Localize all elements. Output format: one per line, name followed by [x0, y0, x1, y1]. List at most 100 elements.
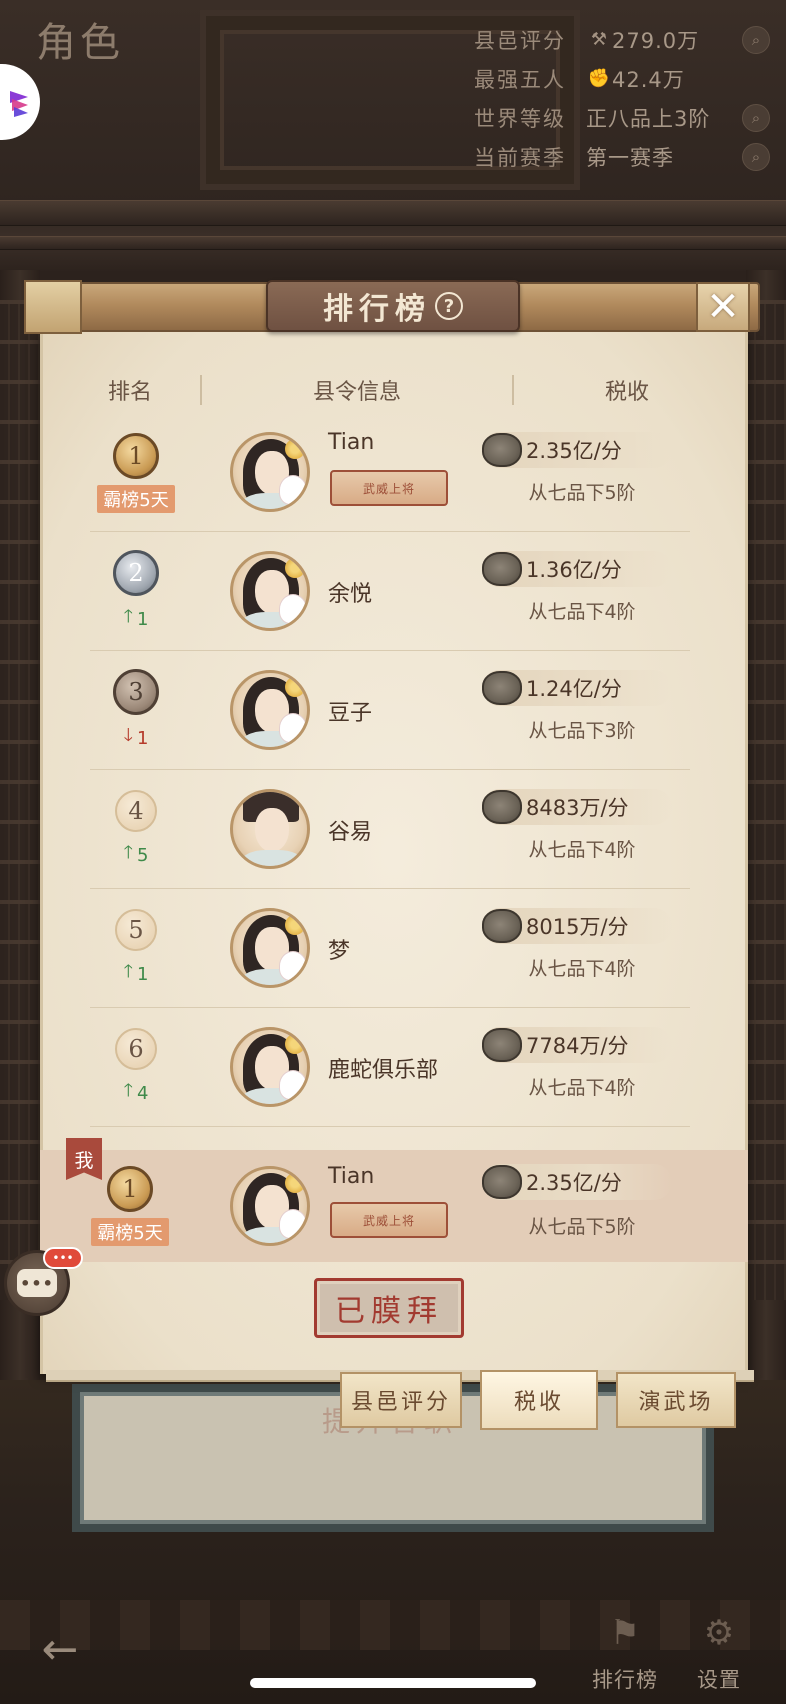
background-lattice-right: [746, 300, 786, 1300]
rank-cell: 1 霸榜5天: [84, 1150, 176, 1262]
avatar[interactable]: [230, 670, 310, 750]
player-name: 余悦: [328, 582, 373, 607]
help-icon[interactable]: ?: [435, 292, 463, 320]
avatar[interactable]: [230, 551, 310, 631]
fist-icon: ✊: [587, 68, 611, 89]
leaderboard-row[interactable]: 5 🡑 1 梦 8015万/分 从七品下4阶: [90, 890, 690, 1008]
avatar[interactable]: [230, 1027, 310, 1107]
tax-amount: 2.35亿/分: [482, 1164, 672, 1200]
tab-arena[interactable]: 演武场: [616, 1372, 736, 1428]
leaderboard-icon: ⚑: [609, 1613, 641, 1653]
official-grade: 从七品下4阶: [528, 839, 636, 861]
rank-cell: 5 🡑 1: [90, 890, 182, 1008]
worship-button[interactable]: 已膜拜: [314, 1278, 464, 1338]
leaderboard-row[interactable]: 3 🡓 1 豆子 1.24亿/分 从七品下3阶: [90, 652, 690, 770]
stat-label: 县邑评分: [474, 28, 566, 53]
stat-row-season: 当前赛季 第一赛季 ⌕: [474, 137, 770, 176]
rank-cell: 6 🡑 4: [90, 1009, 182, 1127]
tax-amount: 1.24亿/分: [482, 670, 672, 706]
close-button[interactable]: ✕: [696, 282, 750, 332]
tax-amount: 2.35亿/分: [482, 432, 672, 468]
home-indicator[interactable]: [250, 1678, 536, 1688]
page-title: 角色: [36, 20, 124, 66]
tax-amount: 1.36亿/分: [482, 551, 672, 587]
background-beam: [0, 200, 786, 226]
rank-change-value: 5: [136, 844, 149, 866]
arrow-down-icon: 🡓: [123, 725, 133, 746]
realm-stats-panel: 县邑评分 ⚒ 279.0万 ⌕ 最强五人 ✊ 42.4万 世界等级 正八品上3阶…: [474, 20, 770, 176]
rank-change: 🡑 1: [124, 604, 149, 634]
stat-label: 世界等级: [474, 106, 566, 131]
arrow-up-icon: 🡑: [123, 961, 133, 982]
player-name: 谷易: [328, 820, 373, 845]
tax-value: 8015万/分: [526, 915, 629, 939]
tax-value: 1.24亿/分: [526, 677, 622, 701]
tab-county-score[interactable]: 县邑评分: [340, 1372, 462, 1428]
rank-medal-silver-icon: 2: [113, 550, 159, 596]
official-grade: 从七品下4阶: [528, 601, 636, 623]
stat-value: 42.4万: [612, 67, 685, 92]
rank-change-value: 1: [136, 608, 149, 630]
close-icon: ✕: [706, 284, 740, 330]
tax-value: 2.35亿/分: [526, 439, 622, 463]
streak-badge: 霸榜5天: [97, 485, 175, 513]
leaderboard-row[interactable]: 2 🡑 1 余悦 1.36亿/分 从七品下4阶: [90, 533, 690, 651]
avatar[interactable]: [230, 432, 310, 512]
official-grade: 从七品下4阶: [528, 958, 636, 980]
player-name: 鹿蛇俱乐部: [328, 1058, 439, 1083]
search-icon[interactable]: ⌕: [742, 103, 770, 132]
background-beam: [0, 236, 786, 250]
leaderboard-row[interactable]: 4 🡑 5 谷易 8483万/分 从七品下4阶: [90, 771, 690, 889]
coin-icon: [482, 909, 522, 943]
coin-icon: [482, 671, 522, 705]
tax-amount: 8015万/分: [482, 908, 672, 944]
streak-badge: 霸榜5天: [91, 1218, 169, 1246]
back-arrow-icon[interactable]: ←: [30, 1624, 90, 1675]
nav-settings[interactable]: ⚙ 设置: [676, 1594, 762, 1694]
search-icon[interactable]: ⌕: [742, 142, 770, 171]
rank-cell: 2 🡑 1: [90, 533, 182, 651]
rank-cell: 3 🡓 1: [90, 652, 182, 770]
tax-value: 8483万/分: [526, 796, 629, 820]
tax-value: 7784万/分: [526, 1034, 629, 1058]
hammer-icon: ⚒: [590, 29, 608, 50]
rank-number-badge: 6: [115, 1028, 157, 1070]
my-rank-row[interactable]: 我 1 霸榜5天 Tian 武威上将 2.35亿/分 从七品下5阶: [40, 1138, 748, 1262]
assistant-logo-icon: [10, 91, 28, 117]
stat-label: 当前赛季: [474, 145, 566, 170]
arrow-up-icon: 🡑: [123, 1080, 133, 1101]
leaderboard-row[interactable]: 6 🡑 4 鹿蛇俱乐部 7784万/分 从七品下4阶: [90, 1009, 690, 1127]
background-lattice-left: [0, 300, 40, 1300]
search-icon[interactable]: ⌕: [742, 25, 770, 54]
coin-icon: [482, 433, 522, 467]
rank-medal-gold-icon: 1: [113, 433, 159, 479]
stat-row-county-score: 县邑评分 ⚒ 279.0万 ⌕: [474, 20, 770, 59]
tab-tax[interactable]: 税收: [480, 1370, 598, 1430]
avatar[interactable]: [230, 1166, 310, 1246]
stat-row-top-five: 最强五人 ✊ 42.4万: [474, 59, 770, 98]
nav-label: 设置: [697, 1668, 741, 1692]
rank-change: 🡑 1: [124, 959, 149, 989]
nav-leaderboard[interactable]: ⚑ 排行榜: [582, 1594, 668, 1694]
coin-icon: [482, 1028, 522, 1062]
avatar[interactable]: [230, 789, 310, 869]
notification-badge: •••: [43, 1247, 83, 1269]
leaderboard-row[interactable]: 1 霸榜5天 Tian 武威上将 2.35亿/分 从七品下5阶: [90, 414, 690, 532]
leaderboard-header: 排名 县令信息 税收: [60, 365, 740, 415]
header-tax: 税收: [604, 380, 649, 405]
rank-change-value: 4: [136, 1082, 149, 1104]
official-grade: 从七品下5阶: [528, 1216, 636, 1238]
chat-button[interactable]: ••• •••: [4, 1247, 83, 1316]
player-name: 梦: [328, 939, 351, 964]
background-floor-pattern: [0, 1600, 786, 1650]
nav-label: 排行榜: [592, 1668, 658, 1692]
rank-medal-gold-icon: 1: [107, 1166, 153, 1212]
rank-change: 🡓 1: [124, 723, 149, 753]
stat-row-world-level: 世界等级 正八品上3阶 ⌕: [474, 98, 770, 137]
tax-amount: 8483万/分: [482, 789, 672, 825]
arrow-up-icon: 🡑: [123, 842, 133, 863]
stat-value: 正八品上3阶: [586, 106, 711, 131]
tax-amount: 7784万/分: [482, 1027, 672, 1063]
rank-change-value: 1: [136, 963, 149, 985]
avatar[interactable]: [230, 908, 310, 988]
